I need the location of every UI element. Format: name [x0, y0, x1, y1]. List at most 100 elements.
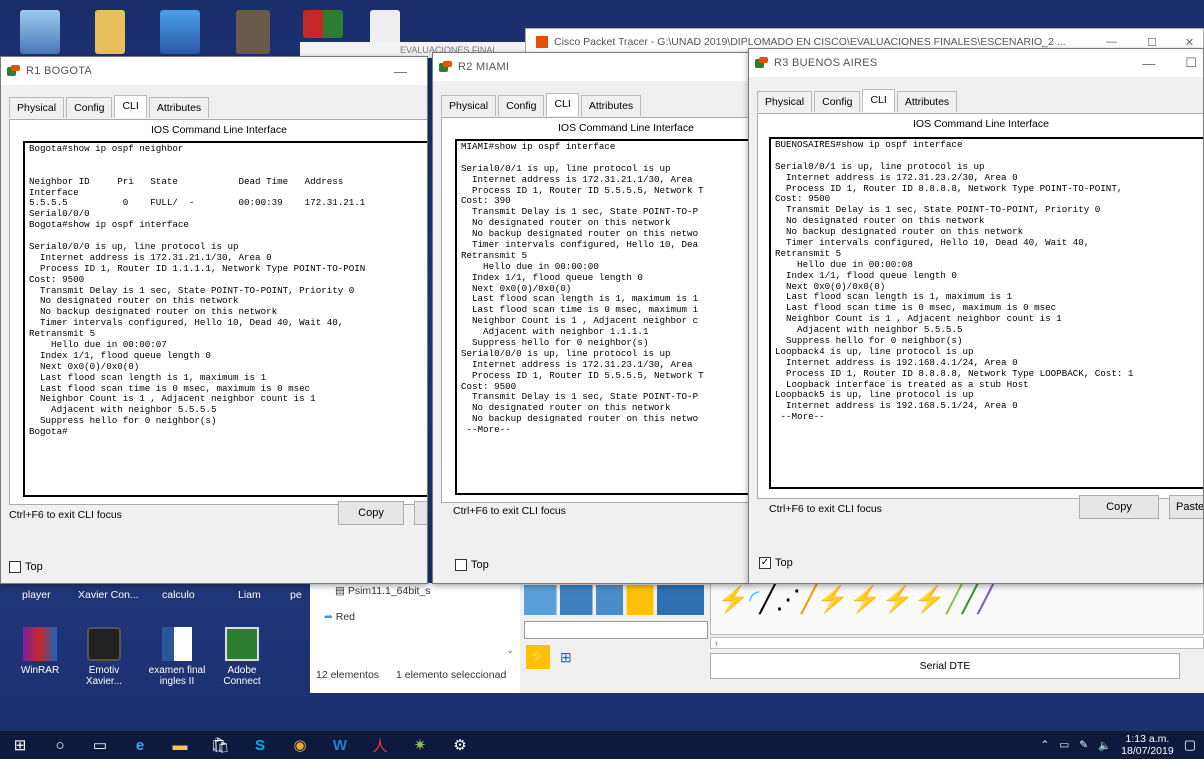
- connection-label: Serial DTE: [710, 653, 1180, 679]
- acrobat-icon[interactable]: 人: [360, 731, 400, 759]
- checkbox-label: Top: [775, 557, 793, 569]
- console-line: Last flood scan length is 1, maximum is …: [29, 371, 267, 383]
- tab-cli[interactable]: CLI: [546, 93, 579, 116]
- desktop-label[interactable]: Liam: [238, 589, 261, 601]
- tab-config[interactable]: Config: [814, 91, 861, 112]
- desktop-shortcut[interactable]: WinRAR: [10, 627, 70, 676]
- file-item[interactable]: ➦ Red: [324, 611, 355, 623]
- minimize-icon[interactable]: —: [394, 64, 407, 79]
- console-line: --More--: [775, 411, 825, 423]
- device-search-box[interactable]: [524, 621, 708, 639]
- r2-miami-window: R2 MIAMI Physical Config CLI Attributes …: [432, 52, 750, 584]
- maximize-icon[interactable]: ☐: [1147, 36, 1157, 49]
- word-doc-icon: [162, 627, 192, 661]
- word-icon[interactable]: W: [320, 731, 360, 759]
- r1-titlebar[interactable]: R1 BOGOTA —: [1, 57, 427, 85]
- packet-tracer-icon[interactable]: ✷: [400, 731, 440, 759]
- packet-tracer-title: Cisco Packet Tracer - G:\UNAD 2019\DIPLO…: [554, 36, 1066, 48]
- tab-physical[interactable]: Physical: [441, 95, 497, 116]
- minimize-icon[interactable]: —: [1142, 56, 1155, 71]
- close-icon[interactable]: ✕: [1185, 36, 1194, 49]
- chevron-down-icon[interactable]: ⌄: [506, 645, 514, 656]
- tab-cli[interactable]: CLI: [114, 95, 147, 118]
- store-icon[interactable]: 🛍: [200, 731, 240, 759]
- desktop-label[interactable]: calculo: [162, 589, 195, 601]
- r3-buenos-aires-window: R3 BUENOS AIRES — ☐ Physical Config CLI …: [748, 48, 1204, 584]
- r2-titlebar[interactable]: R2 MIAMI: [433, 53, 749, 81]
- tab-attributes[interactable]: Attributes: [148, 97, 210, 118]
- app-icon[interactable]: [303, 10, 343, 38]
- console-line: Neighbor ID Pri State Dead Time Address: [29, 175, 344, 187]
- router-icon: [439, 61, 452, 73]
- shortcut-label: WinRAR: [20, 665, 60, 676]
- top-checkbox[interactable]: ✓ Top: [759, 557, 793, 569]
- router-icon: [7, 65, 20, 77]
- console-line: Process ID 1, Router ID 8.8.8.8, Network…: [775, 367, 1134, 379]
- tab-config[interactable]: Config: [66, 97, 113, 118]
- tab-attributes[interactable]: Attributes: [580, 95, 642, 116]
- desktop-shortcut[interactable]: examen final ingles II: [142, 627, 212, 687]
- file-item[interactable]: ▤ Psim11.1_64bit_s: [335, 585, 431, 597]
- lightning-icon[interactable]: ⚡: [526, 645, 550, 669]
- status-bar: 12 elementos 1 elemento seleccionad: [316, 669, 506, 681]
- desktop-label[interactable]: pe: [290, 589, 302, 601]
- tab-bar: Physical Config CLI Attributes: [441, 93, 642, 116]
- top-checkbox[interactable]: Top: [455, 559, 489, 571]
- folder-icon[interactable]: [95, 10, 125, 54]
- volume-icon[interactable]: 🔈: [1098, 739, 1111, 752]
- cli-console[interactable]: Bogota#show ip ospf neighbor Neighbor ID …: [23, 141, 427, 497]
- network-tray-icon[interactable]: ▭: [1059, 739, 1069, 751]
- task-view-icon[interactable]: ▭: [80, 731, 120, 759]
- network-icon[interactable]: [160, 10, 200, 54]
- tab-attributes[interactable]: Attributes: [896, 91, 958, 112]
- skype-icon[interactable]: S: [240, 731, 280, 759]
- paste-button[interactable]: Paste: [1169, 495, 1203, 519]
- photo-icon[interactable]: [236, 10, 270, 54]
- chrome-icon[interactable]: ◉: [280, 731, 320, 759]
- top-checkbox[interactable]: Top: [9, 561, 43, 573]
- desktop-label[interactable]: player: [22, 589, 51, 601]
- exit-hint: Ctrl+F6 to exit CLI focus: [453, 505, 566, 517]
- file-explorer-fragment: ▤ Psim11.1_64bit_s ➦ Red ⌄ 12 elementos …: [310, 583, 522, 693]
- shortcut-label: Emotiv Xavier...: [85, 665, 123, 687]
- checkbox[interactable]: [455, 559, 467, 571]
- connection-types[interactable]: ⚡◜╱⋰╱⚡⚡⚡⚡╱╱╱: [710, 583, 1204, 635]
- desktop-shortcut[interactable]: Emotiv Xavier...: [74, 627, 134, 687]
- paste-button[interactable]: [414, 501, 427, 525]
- r3-titlebar[interactable]: R3 BUENOS AIRES — ☐: [749, 49, 1203, 77]
- notification-icon[interactable]: ▢: [1184, 737, 1196, 753]
- cli-console[interactable]: BUENOSAIRES#show ip ospf interface Serial…: [769, 137, 1203, 489]
- tab-physical[interactable]: Physical: [9, 97, 65, 118]
- adobe-connect-icon: [225, 627, 259, 661]
- window-title: R3 BUENOS AIRES: [774, 57, 878, 69]
- recycle-bin-icon[interactable]: [20, 10, 60, 54]
- copy-button[interactable]: Copy: [338, 501, 404, 525]
- tab-physical[interactable]: Physical: [757, 91, 813, 112]
- file-explorer-icon[interactable]: ▬: [160, 731, 200, 759]
- checkbox-label: Top: [25, 561, 43, 573]
- pen-icon[interactable]: ✎: [1079, 739, 1088, 751]
- maximize-icon[interactable]: ☐: [1185, 55, 1197, 71]
- cli-console[interactable]: MIAMI#show ip ospf interface Serial0/0/1 …: [455, 139, 749, 495]
- tab-cli[interactable]: CLI: [862, 89, 895, 112]
- device-category-icons[interactable]: [524, 585, 704, 615]
- minimize-icon[interactable]: —: [1106, 36, 1117, 48]
- settings-icon[interactable]: ⚙: [440, 731, 480, 759]
- system-tray: ⌃ ▭ ✎ 🔈 1:13 a.m. 18/07/2019 ▢: [1041, 731, 1196, 759]
- checkbox-checked[interactable]: ✓: [759, 557, 771, 569]
- grid-icon[interactable]: ⊞: [560, 649, 572, 666]
- desktop-shortcut[interactable]: Adobe Connect: [212, 627, 272, 687]
- windows-start-icon[interactable]: ⊞: [0, 731, 40, 759]
- chevron-up-icon[interactable]: ⌃: [1041, 739, 1050, 751]
- copy-button[interactable]: Copy: [1079, 495, 1159, 519]
- checkbox[interactable]: [9, 561, 21, 573]
- tab-config[interactable]: Config: [498, 95, 545, 116]
- desktop-label[interactable]: Xavier Con...: [78, 589, 139, 601]
- console-line: Bogota#show ip ospf interface: [29, 219, 189, 231]
- winrar-icon: [23, 627, 57, 661]
- edge-icon[interactable]: e: [120, 731, 160, 759]
- search-icon[interactable]: ○: [40, 731, 80, 759]
- clock[interactable]: 1:13 a.m. 18/07/2019: [1121, 733, 1174, 757]
- scrollbar[interactable]: ‹: [710, 637, 1204, 649]
- checkbox-label: Top: [471, 559, 489, 571]
